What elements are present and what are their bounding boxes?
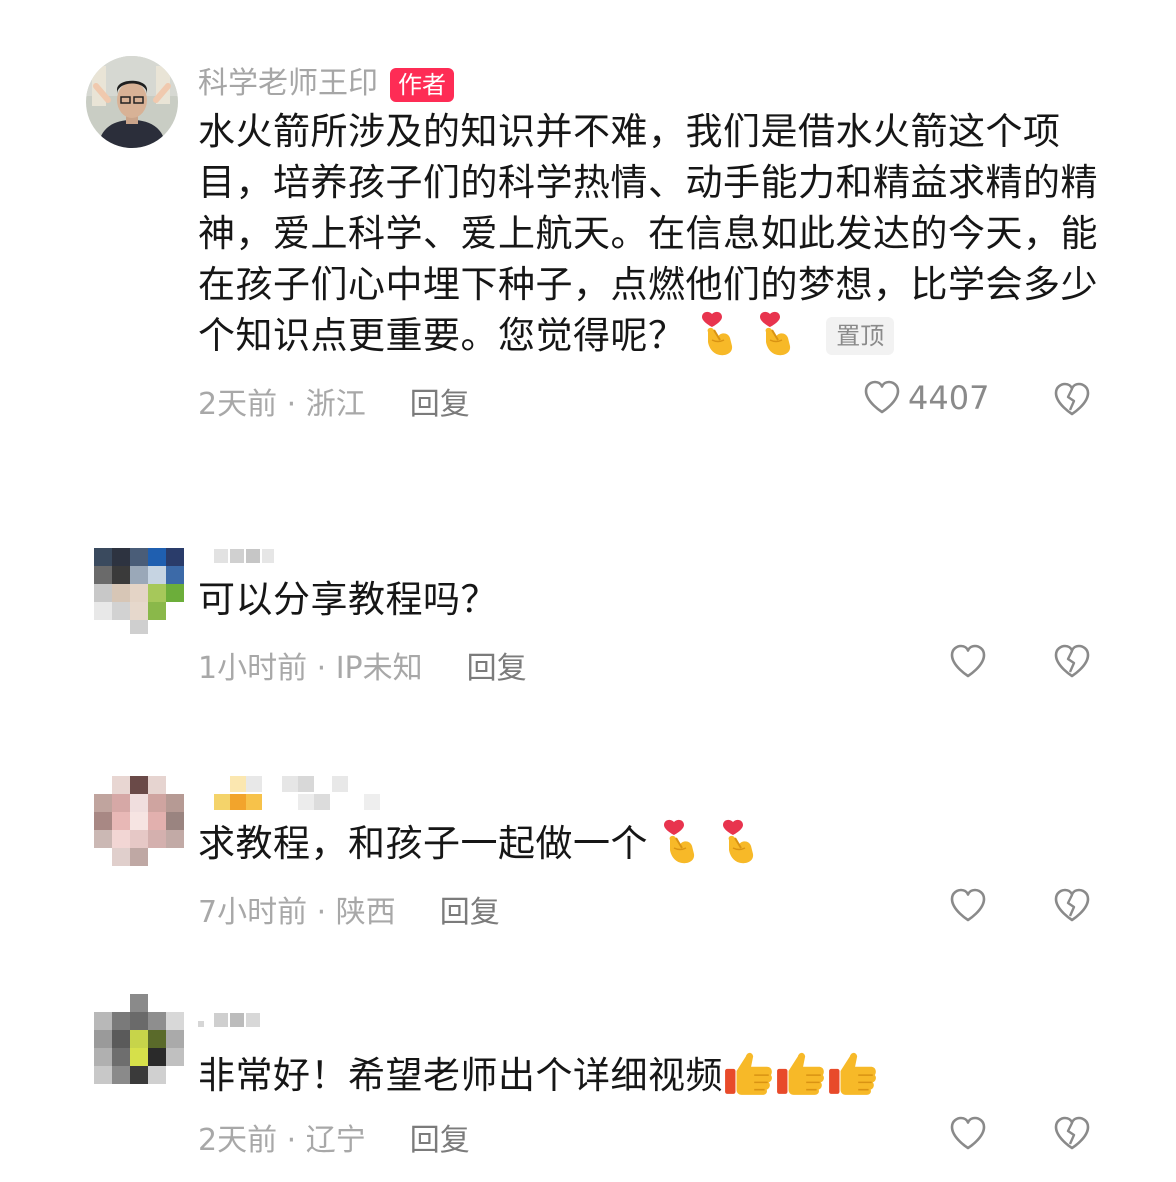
reply-button[interactable]: 回复 [410, 387, 470, 422]
author-avatar-image [86, 56, 178, 148]
dislike-button[interactable] [1052, 642, 1092, 682]
like-button[interactable] [948, 886, 988, 926]
avatar[interactable] [94, 994, 186, 1094]
author-name-redacted[interactable] [214, 549, 274, 565]
like-button[interactable]: 4407 [862, 378, 989, 418]
heart-finger-emoji [756, 310, 802, 356]
dislike-button[interactable] [1052, 1114, 1092, 1154]
thumbs-up-emoji [827, 1046, 879, 1098]
comment-text-content: 水火箭所涉及的知识并不难，我们是借水火箭这个项目，培养孩子们的科学热情、动手能力… [198, 110, 1098, 357]
comment-meta: 1小时前 · IP未知 回复 [198, 643, 527, 687]
comment-text-content: 可以分享教程吗？ [198, 578, 498, 621]
avatar[interactable] [94, 548, 186, 640]
heart-finger-emoji [719, 818, 765, 864]
thumbs-up-emoji [723, 1046, 775, 1098]
avatar[interactable] [94, 776, 186, 868]
comment-time-location: 1小时前 · IP未知 [198, 651, 423, 686]
author-name-redacted[interactable] [214, 776, 384, 812]
pinned-badge: 置顶 [826, 317, 895, 355]
heart-icon [862, 378, 902, 418]
reply-button[interactable]: 回复 [440, 895, 500, 930]
comment-text: 水火箭所涉及的知识并不难，我们是借水火箭这个项目，培养孩子们的科学热情、动手能力… [198, 106, 1098, 361]
comment-time-location: 7小时前 · 陕西 [198, 895, 396, 930]
comment-time-location: 2天前 · 辽宁 [198, 1123, 366, 1158]
author-name-text[interactable]: 科学老师王印 [198, 66, 378, 101]
author-name-redacted[interactable] [198, 1013, 268, 1029]
heart-finger-emoji [660, 818, 706, 864]
like-button[interactable] [948, 1114, 988, 1154]
avatar[interactable] [86, 56, 178, 148]
comment-text: 可以分享教程吗？ [198, 574, 1098, 625]
reply-button[interactable]: 回复 [467, 651, 527, 686]
like-button[interactable] [948, 642, 988, 682]
author-badge: 作者 [390, 67, 454, 102]
comment-text: 求教程，和孩子一起做一个 [198, 818, 1098, 869]
comment-text: 非常好！希望老师出个详细视频 [198, 1046, 1098, 1101]
thumbs-up-emoji [775, 1046, 827, 1098]
comment-meta: 2天前 · 辽宁 回复 [198, 1115, 470, 1159]
dislike-button[interactable] [1052, 886, 1092, 926]
comment-author-name[interactable]: 科学老师王印 作者 [198, 58, 454, 102]
comment-time-location: 2天前 · 浙江 [198, 387, 366, 422]
heart-finger-emoji [698, 310, 744, 356]
comment-text-content: 求教程，和孩子一起做一个 [198, 822, 648, 865]
like-count: 4407 [908, 379, 990, 417]
comment-text-content: 非常好！希望老师出个详细视频 [198, 1054, 723, 1097]
comment-meta: 7小时前 · 陕西 回复 [198, 887, 500, 931]
reply-button[interactable]: 回复 [410, 1123, 470, 1158]
comment-meta: 2天前 · 浙江 回复 [198, 379, 470, 423]
dislike-button[interactable] [1052, 380, 1092, 420]
